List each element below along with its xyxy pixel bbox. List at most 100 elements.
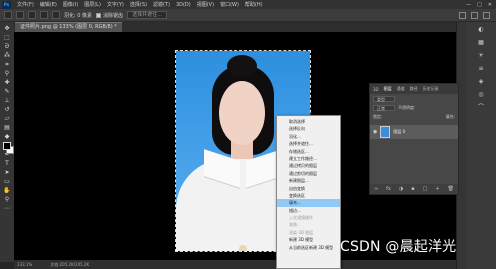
new-layer-icon[interactable]: + — [435, 186, 439, 192]
magic-wand-tool-icon[interactable]: ⁂ — [3, 52, 12, 59]
blend-mode-dropdown[interactable]: 正常 — [373, 104, 395, 111]
eyedropper-tool-icon[interactable]: ⚲ — [3, 70, 12, 77]
paths-panel-icon[interactable]: ⌒ — [476, 104, 486, 111]
maximize-icon[interactable]: □ — [477, 2, 482, 8]
layer-kind-dropdown[interactable]: 类型 — [373, 95, 395, 102]
marquee-tool-icon[interactable] — [4, 11, 12, 19]
visibility-eye-icon[interactable]: ◉ — [373, 129, 377, 135]
tab-channels[interactable]: 通道 — [397, 86, 405, 92]
crop-tool-icon[interactable]: ⌗ — [3, 61, 12, 68]
link-layers-icon[interactable]: ∞ — [374, 186, 378, 192]
context-menu-item[interactable]: 羽化... — [277, 133, 340, 140]
layer-row[interactable]: ◉ 图层 0 — [370, 125, 458, 139]
close-icon[interactable]: ✕ — [488, 2, 492, 8]
menu-window[interactable]: 窗口(W) — [217, 1, 242, 8]
feather-control[interactable]: 羽化: 0 像素 — [64, 12, 92, 19]
eraser-tool-icon[interactable]: ▱ — [3, 115, 12, 122]
intersect-selection-icon[interactable] — [52, 11, 60, 19]
path-select-icon[interactable]: ➤ — [3, 169, 12, 176]
status-bar: 133.1% 文档:205.2K/205.2K — [14, 260, 456, 269]
menu-help[interactable]: 帮助(H) — [242, 1, 266, 8]
menu-layer[interactable]: 图层(L) — [81, 1, 104, 8]
menu-image[interactable]: 图像(I) — [60, 1, 81, 8]
photoshop-logo-icon: Ps — [2, 0, 11, 9]
options-bar: 羽化: 0 像素 消除锯齿 选择并遮住... — [0, 9, 496, 22]
add-selection-icon[interactable] — [28, 11, 36, 19]
new-group-icon[interactable]: □ — [423, 186, 428, 192]
layer-mask-icon[interactable]: ▪ — [411, 186, 414, 192]
channels-panel-icon[interactable]: ◎ — [476, 91, 486, 98]
color-panel-icon[interactable]: ◐ — [476, 26, 486, 33]
document-tab[interactable]: 证件照片.png @ 133% (图层 0, RGB/8) * — [15, 22, 122, 32]
context-menu-item[interactable]: 自由变换 — [277, 185, 340, 192]
context-menu-item[interactable]: 通过拷贝的图层 — [277, 162, 340, 169]
move-tool-icon[interactable]: ✥ — [3, 25, 12, 32]
menu-file[interactable]: 文件(F) — [14, 1, 37, 8]
right-panel-dock: ◐ ▦ ☀ ≡ ◈ ◎ ⌒ — [466, 22, 496, 269]
swatches-panel-icon[interactable]: ▦ — [476, 39, 486, 46]
antialias-label: 消除锯齿 — [103, 12, 124, 19]
stamp-tool-icon[interactable]: ⊥ — [3, 97, 12, 104]
context-menu-item[interactable]: 描边... — [277, 207, 340, 214]
gradient-tool-icon[interactable]: ▤ — [3, 124, 12, 131]
context-menu-item[interactable]: 建立工作路径... — [277, 155, 340, 162]
shape-tool-icon[interactable]: ▭ — [3, 178, 12, 185]
menu-filter[interactable]: 滤镜(T) — [150, 1, 173, 8]
more-tools-icon[interactable]: ⋯ — [3, 205, 12, 212]
zoom-level[interactable]: 133.1% — [17, 260, 32, 269]
antialias-control[interactable]: 消除锯齿 — [96, 12, 123, 19]
context-menu-item[interactable]: 变换选区 — [277, 192, 340, 199]
tab-layers[interactable]: 图层 — [384, 86, 392, 92]
zoom-tool-icon[interactable]: ⚲ — [3, 196, 12, 203]
menu-select[interactable]: 选择(S) — [127, 1, 150, 8]
lasso-tool-icon[interactable]: ᘐ — [3, 43, 12, 50]
blur-tool-icon[interactable]: ◆ — [3, 133, 12, 140]
menu-type[interactable]: 文字(Y) — [104, 1, 127, 8]
context-menu-item[interactable]: 通过剪切的图层 — [277, 170, 340, 177]
share-icon[interactable] — [483, 11, 490, 19]
layer-style-icon[interactable]: fx — [386, 186, 391, 192]
subtract-selection-icon[interactable] — [40, 11, 48, 19]
adjustment-layer-icon[interactable]: ◑ — [399, 186, 403, 192]
layer-name[interactable]: 图层 0 — [393, 129, 405, 135]
context-menu-item[interactable]: 新建 3D 模型 — [277, 236, 340, 243]
menu-view[interactable]: 视图(V) — [194, 1, 217, 8]
antialias-checkbox[interactable] — [96, 12, 102, 18]
document-info[interactable]: 文档:205.2K/205.2K — [50, 260, 89, 269]
context-menu-item[interactable]: 存储选区... — [277, 148, 340, 155]
history-brush-icon[interactable]: ↺ — [3, 106, 12, 113]
delete-layer-icon[interactable]: 🗑 — [448, 186, 454, 192]
shirt-button-shape — [239, 245, 247, 251]
tab-paths[interactable]: 路径 — [410, 86, 418, 92]
context-menu: 取消选择 选择反向 羽化... 选择并遮住... 存储选区... 建立工作路径... 通过拷… — [276, 115, 341, 269]
context-menu-item[interactable]: 选择反向 — [277, 125, 340, 132]
layers-panel-icon[interactable]: ◈ — [476, 78, 486, 85]
layer-thumbnail — [380, 126, 391, 138]
properties-panel-icon[interactable]: ≡ — [476, 65, 486, 72]
context-menu-item[interactable]: 取消选择 — [277, 118, 340, 125]
context-menu-item[interactable]: 新建图层... — [277, 177, 340, 184]
context-menu-item[interactable]: 从当前选区新建 3D 模型 — [277, 244, 340, 251]
hand-tool-icon[interactable]: ✋ — [3, 187, 12, 194]
marquee-tool-icon[interactable]: ⬚ — [3, 34, 12, 41]
menu-3d[interactable]: 3D(D) — [173, 2, 194, 8]
blend-mode-row: 正常 不透明度: — [370, 103, 458, 112]
adjustments-panel-icon[interactable]: ☀ — [476, 52, 486, 59]
select-and-mask-button[interactable]: 选择并遮住... — [127, 11, 167, 19]
healing-brush-icon[interactable]: ✚ — [3, 79, 12, 86]
new-selection-icon[interactable] — [16, 11, 24, 19]
tab-history[interactable]: 历史记录 — [423, 86, 439, 92]
minimize-icon[interactable]: — — [466, 2, 471, 8]
menu-edit[interactable]: 编辑(E) — [37, 1, 60, 8]
opacity-label: 不透明度: — [398, 104, 416, 110]
search-icon[interactable] — [459, 11, 466, 19]
foreground-color-swatch[interactable] — [3, 142, 11, 150]
tools-panel: ✥ ⬚ ᘐ ⁂ ⌗ ⚲ ✚ ✎ ⊥ ↺ ▱ ▤ ◆ ● ✒ T ➤ ▭ ✋ ⚲ … — [0, 22, 14, 262]
context-menu-item[interactable]: 填充... — [277, 199, 340, 207]
type-tool-icon[interactable]: T — [3, 160, 12, 167]
workspace-icon[interactable] — [471, 11, 478, 19]
context-menu-item[interactable]: 选择并遮住... — [277, 140, 340, 147]
tab-3d[interactable]: 3D — [373, 87, 379, 92]
lock-label: 锁定: — [373, 113, 383, 119]
brush-tool-icon[interactable]: ✎ — [3, 88, 12, 95]
